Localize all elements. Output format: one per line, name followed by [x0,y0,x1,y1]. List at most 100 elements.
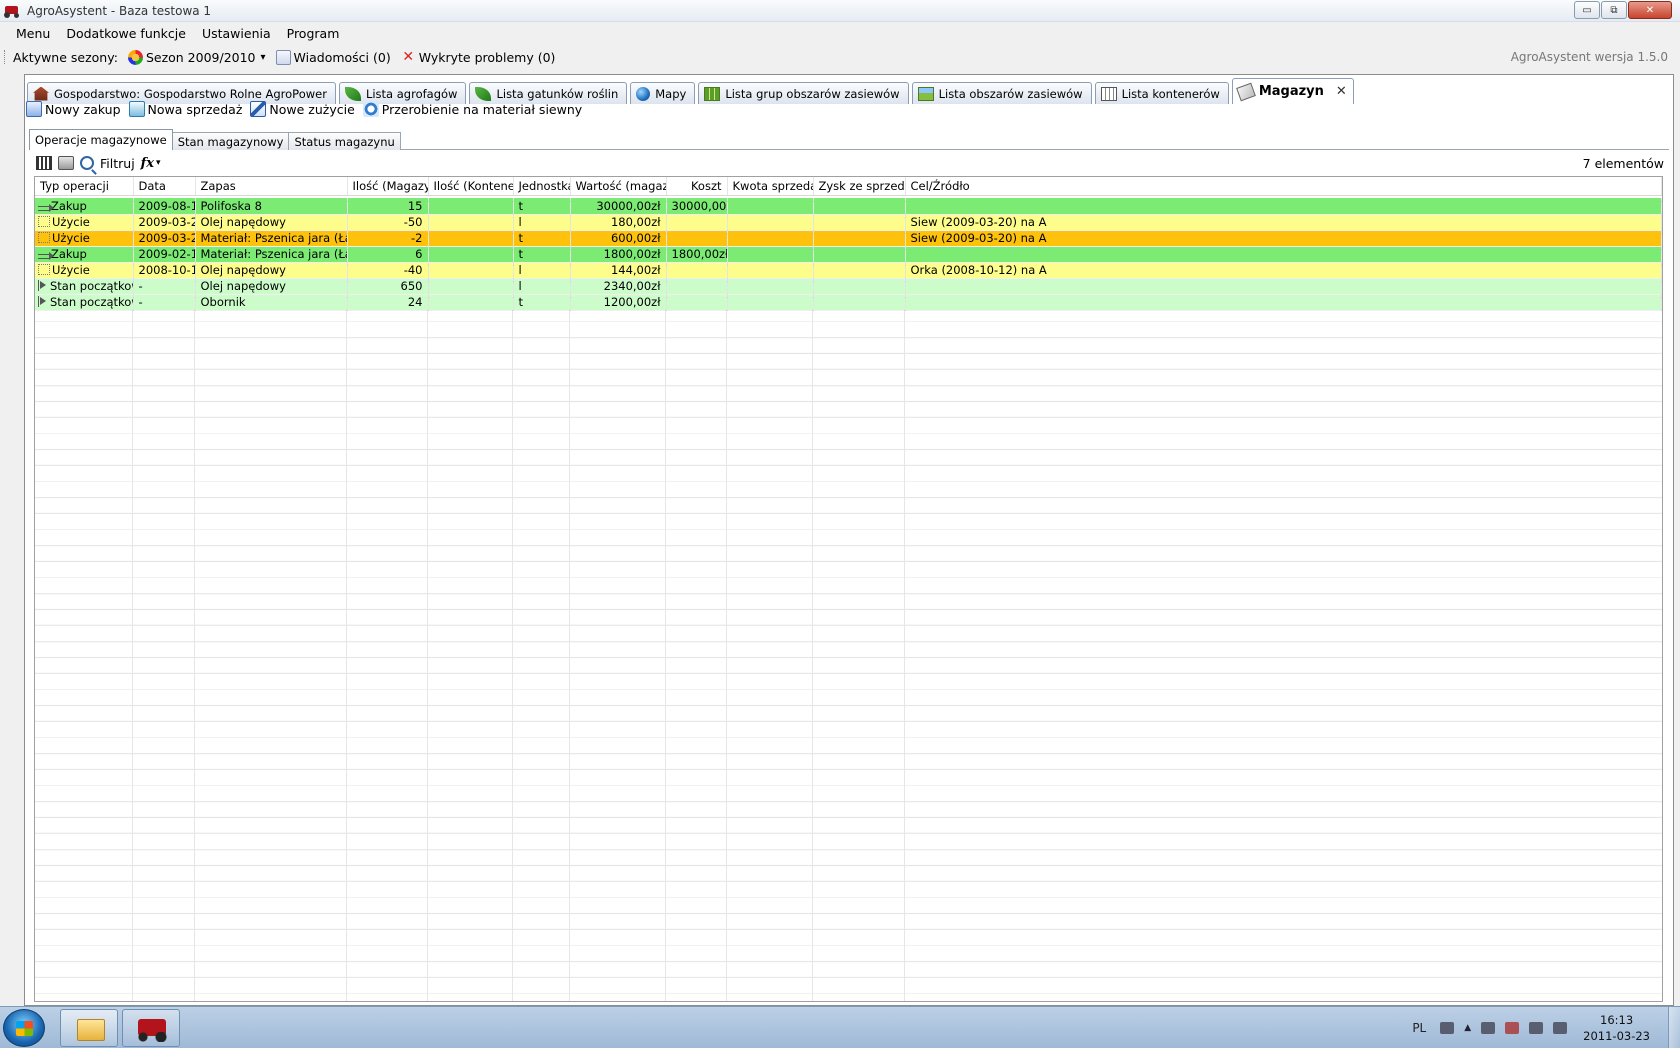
messages-button[interactable]: Wiadomości (0) [275,49,391,65]
close-tab-icon[interactable]: ✕ [1336,84,1347,99]
new-sale-button[interactable]: Nowa sprzedaż [128,101,242,117]
menu-bar: Menu Dodatkowe funkcje Ustawienia Progra… [0,22,1680,44]
problems-label: Wykryte problemy (0) [418,49,556,65]
column-header-cost[interactable]: Koszt [666,177,728,196]
cell-stock: Obornik [195,294,348,311]
column-header-date[interactable]: Data [133,177,196,196]
tab-warehouse-stock[interactable]: Stan magazynowy [171,132,290,150]
new-usage-button[interactable]: Nowe zużycie [250,101,355,117]
clock-date: 2011-03-23 [1583,1029,1650,1043]
column-header-sale-amount[interactable]: Kwota sprzedaży [727,177,814,196]
print-button[interactable] [58,156,74,170]
tab-warehouse[interactable]: Magazyn ✕ [1231,78,1354,104]
menu-item-additional-functions[interactable]: Dodatkowe funkcje [58,26,194,41]
cell-qty: 6 [347,246,429,263]
operation-type-text: Użycie [52,263,90,277]
maximize-button[interactable]: ⧉ [1601,1,1627,19]
cell-qty: 650 [347,278,429,295]
element-count: 7 elementów [1582,155,1664,171]
start-button[interactable] [3,1009,45,1047]
new-purchase-button[interactable]: Nowy zakup [26,101,121,117]
error-x-icon: ✕ [402,48,415,65]
operation-type-text: Zakup [51,247,87,261]
language-indicator[interactable]: PL [1412,1021,1426,1035]
formula-dropdown[interactable]: fx ▾ [141,156,161,171]
column-header-operation-type[interactable]: Typ operacji [35,177,134,196]
volume-icon[interactable] [1553,1022,1568,1034]
menu-item-settings[interactable]: Ustawienia [194,26,279,41]
menu-item-program[interactable]: Program [279,26,348,41]
problems-button[interactable]: ✕ Wykryte problemy (0) [401,48,556,65]
operation-type-text: Zakup [51,198,87,213]
tab-containers-list[interactable]: Lista kontenerów [1094,82,1229,104]
header-row: Typ operacji Data Zapas Ilość (Magazyn) … [35,177,1662,196]
operation-type-text: Stan początkowy [50,295,132,309]
cell-sale [727,230,814,247]
magnifier-icon [80,156,94,170]
toolbar-grip[interactable] [4,50,7,64]
filter-button[interactable]: Filtruj [80,156,135,171]
taskbar-agroasystent-button[interactable] [122,1009,180,1047]
column-header-qty-containers[interactable]: Ilość (Kontenery) [428,177,514,196]
tab-warehouse-operations[interactable]: Operacje magazynowe [29,129,173,150]
tab-fields-list[interactable]: Lista obszarów zasiewów [911,82,1092,104]
table-row[interactable]: Zakup 2009-08-12 Polifoska 8 15 t 30000,… [35,198,1662,215]
camera-icon[interactable] [1481,1022,1496,1034]
table-row[interactable]: Użycie 2008-10-12 Olej napędowy -40 l 14… [35,262,1662,279]
chevron-down-icon: ▾ [260,51,266,63]
table-row[interactable]: Użycie 2009-03-20 Olej napędowy -50 l 18… [35,214,1662,231]
cell-sale [727,198,814,215]
tab-maps[interactable]: Mapy [630,82,696,104]
taskbar-explorer-button[interactable] [60,1009,118,1047]
menu-item-menu[interactable]: Menu [8,26,58,41]
column-header-unit[interactable]: Jednostka [513,177,571,196]
close-window-button[interactable]: ✕ [1628,1,1672,19]
cell-operation-type: Stan początkowy [35,278,134,295]
cell-cost [666,278,728,295]
show-desktop-button[interactable] [1668,1007,1680,1048]
system-tray: PL ▲ 16:13 2011-03-23 [1412,1007,1680,1048]
column-header-value[interactable]: Wartość (magazyn) [570,177,667,196]
filter-label: Filtruj [100,155,135,171]
column-header-qty-warehouse[interactable]: Ilość (Magazyn) [347,177,429,196]
cell-profit [813,198,906,215]
cell-qty-containers [428,294,514,311]
tab-warehouse-status[interactable]: Status magazynu [288,132,401,150]
cell-target: Siew (2009-03-20) na A [905,230,1662,247]
tab-field-groups-list[interactable]: Lista grup obszarów zasiewów [698,82,909,104]
table-row[interactable]: Zakup 2009-02-12 Materiał: Pszenica jara… [35,246,1662,263]
season-dropdown[interactable]: Sezon 2009/2010 ▾ [127,49,266,65]
action-label: Przerobienie na materiał siewny [381,101,583,117]
warehouse-box-icon [1235,82,1256,101]
display-icon[interactable] [1529,1022,1544,1034]
cell-sale [727,294,814,311]
cell-target [905,246,1662,263]
cell-date: - [133,294,196,311]
cell-sale [727,278,814,295]
cell-value: 1800,00zł [570,246,667,263]
keyboard-icon[interactable] [1440,1022,1455,1034]
columns-button[interactable] [36,156,52,170]
column-header-stock[interactable]: Zapas [195,177,348,196]
network-error-icon[interactable] [1505,1022,1520,1034]
cell-value: 1200,00zł [570,294,667,311]
column-header-target-source[interactable]: Cel/Źródło [905,177,1662,196]
minimize-button[interactable]: ▭ [1574,1,1600,19]
cell-qty-containers [428,198,514,215]
table-row[interactable]: Użycie 2009-03-20 Materiał: Pszenica jar… [35,230,1662,247]
cell-cost [666,294,728,311]
cell-unit: t [513,294,571,311]
table-row[interactable]: Stan początkowy - Obornik 24 t 1200,00zł [35,294,1662,311]
cell-value: 600,00zł [570,230,667,247]
cell-unit: l [513,262,571,279]
cell-stock: Polifoska 8 [195,198,348,215]
convert-to-seed-button[interactable]: Przerobienie na materiał siewny [362,101,583,117]
column-header-sale-profit[interactable]: Zysk ze sprzedaży [813,177,906,196]
cell-qty-containers [428,214,514,231]
tray-expand-icon[interactable]: ▲ [1464,1023,1471,1033]
clock[interactable]: 16:13 2011-03-23 [1583,1012,1650,1044]
operations-grid[interactable]: Typ operacji Data Zapas Ilość (Magazyn) … [34,176,1663,1002]
cell-cost: 30000,00zł [666,198,728,215]
table-row[interactable]: Stan początkowy - Olej napędowy 650 l 23… [35,278,1662,295]
cell-stock: Materiał: Pszenica jara (Łagwa) [195,230,348,247]
